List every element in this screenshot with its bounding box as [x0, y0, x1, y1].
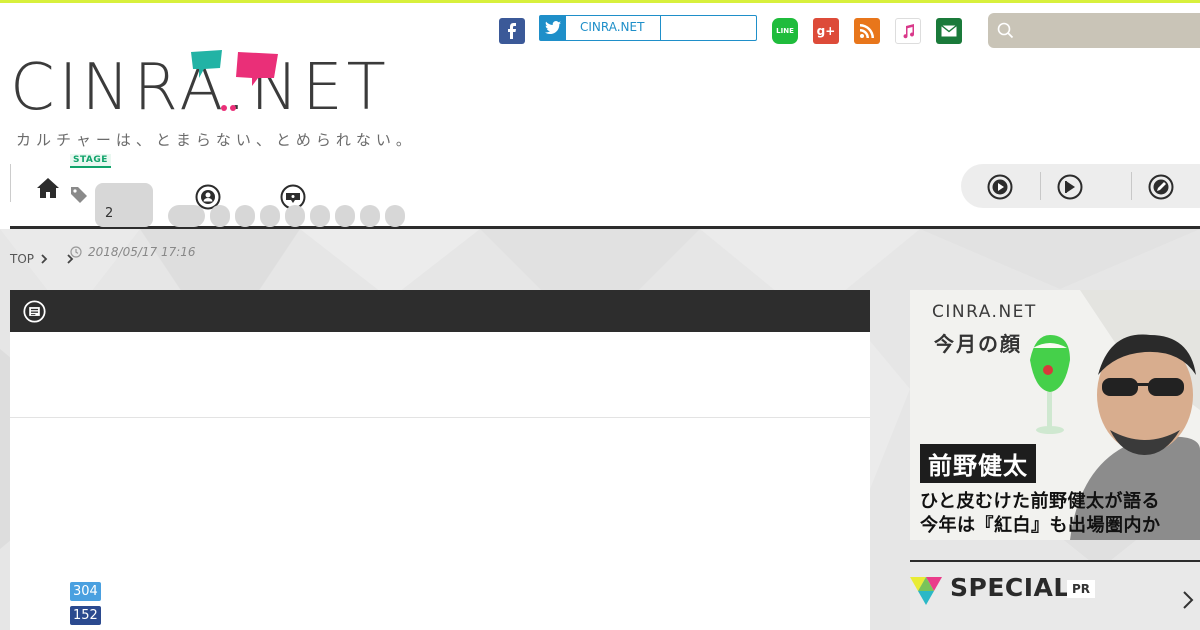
tag-pill-label: 2 [105, 206, 114, 221]
tag-pill[interactable] [260, 205, 280, 227]
article-header-bar [10, 290, 870, 332]
tag-pill[interactable] [168, 205, 205, 227]
tag-pill[interactable] [335, 205, 355, 227]
breadcrumb-top-link[interactable]: TOP [10, 252, 34, 266]
special-section-header[interactable]: SPECIAL PR [910, 560, 1200, 630]
logo-dots [221, 105, 236, 111]
play-icon[interactable] [987, 174, 1013, 200]
tag-pill[interactable] [360, 205, 380, 227]
mail-icon[interactable] [936, 18, 962, 44]
twitter-label: CINRA.NET [580, 20, 645, 34]
date-text: 2018/05/17 17:16 [88, 245, 196, 259]
breadcrumb: TOP [10, 252, 74, 266]
tag-pill[interactable] [310, 205, 330, 227]
line-icon[interactable]: LINE [772, 18, 798, 44]
itunes-icon[interactable] [895, 18, 921, 44]
clock-icon [70, 246, 82, 258]
chevron-right-icon[interactable] [1182, 590, 1194, 610]
special-triangle-icon [910, 577, 942, 605]
ad-logo-text: CINRA.NET [932, 302, 1037, 322]
share-count-facebook[interactable]: 152 [70, 606, 101, 625]
facebook-icon[interactable] [499, 18, 525, 44]
home-icon[interactable] [36, 177, 60, 199]
article-date: 2018/05/17 17:16 [70, 245, 196, 259]
ad-subtitle: 今月の顔 [934, 332, 1022, 356]
ad-name-label: 前野健太 [920, 444, 1036, 483]
tag-pill[interactable] [285, 205, 305, 227]
site-tagline: カルチャーは、とまらない、とめられない。 [16, 131, 416, 149]
tag-pill[interactable] [385, 205, 405, 227]
special-label: SPECIAL [950, 573, 1070, 602]
twitter-share-button[interactable]: CINRA.NET [539, 15, 757, 41]
pr-badge: PR [1067, 580, 1096, 598]
tag-pill[interactable] [235, 205, 255, 227]
tag-icon [71, 187, 87, 203]
ad-headline-2: 今年は『紅白』も出場圏内か [920, 515, 1161, 536]
ad-banner[interactable]: CINRA.NET 今月の顔 前野健太 ひと皮むけた前野健太が語る 今年は『紅白… [910, 290, 1200, 540]
news-icon [23, 300, 46, 323]
logo-bubble-teal [191, 50, 222, 78]
google-plus-icon[interactable]: g+ [813, 18, 839, 44]
right-nav [961, 164, 1200, 208]
share-count-twitter[interactable]: 304 [70, 582, 101, 601]
article-title-area [10, 332, 870, 418]
logo-bubble-pink [236, 52, 278, 86]
rss-icon[interactable] [854, 18, 880, 44]
tag-pill[interactable] [210, 205, 230, 227]
chevron-right-icon [41, 254, 48, 264]
search-input[interactable] [988, 13, 1200, 48]
right-nav-separator [1040, 172, 1041, 200]
article-card [10, 290, 870, 630]
video-icon[interactable] [1057, 174, 1083, 200]
nav-separator [10, 164, 11, 202]
category-badge[interactable]: STAGE [70, 154, 111, 168]
edit-icon[interactable] [1148, 174, 1174, 200]
twitter-divider [660, 16, 661, 40]
right-nav-separator [1131, 172, 1132, 200]
search-icon [997, 22, 1014, 39]
ad-headline-1: ひと皮むけた前野健太が語る [920, 491, 1160, 512]
twitter-icon [540, 16, 566, 40]
tag-pill[interactable]: 2 [95, 183, 153, 227]
